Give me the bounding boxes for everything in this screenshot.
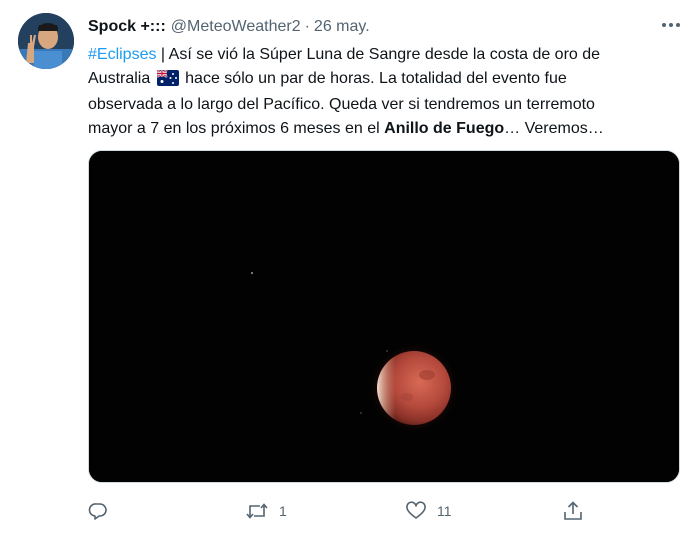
tweet-text: #Eclipses | Así se vió la Súper Luna de … — [88, 43, 678, 140]
tweet-text-segment: mayor a 7 en los próximos 6 meses en el — [88, 119, 385, 137]
separator: · — [304, 18, 310, 35]
avatar[interactable] — [18, 13, 74, 69]
hashtag-link[interactable]: #Eclipses — [88, 46, 156, 63]
tweet-text-line-1: #Eclipses | Así se vió la Súper Luna de … — [88, 43, 678, 67]
author-handle[interactable]: @MeteoWeather2 — [171, 18, 301, 36]
retweet-button[interactable]: 1 — [245, 496, 287, 526]
tweet-date[interactable]: 26 may. — [314, 18, 370, 36]
reply-icon — [88, 501, 108, 521]
share-icon — [563, 500, 583, 522]
like-count: 11 — [437, 503, 452, 519]
tweet-text-line-4: mayor a 7 en los próximos 6 meses en el … — [88, 117, 678, 141]
tweet-image[interactable] — [88, 150, 680, 483]
like-button[interactable]: 11 — [405, 496, 452, 526]
tweet-actions: 1 11 — [88, 496, 588, 526]
author-name[interactable]: Spock +::: — [88, 18, 166, 36]
tweet-text-segment: Australia — [88, 69, 151, 87]
reply-button[interactable] — [88, 496, 108, 526]
tweet: Spock +::: @MeteoWeather2 · 26 may. #Ecl… — [0, 0, 700, 537]
retweet-count: 1 — [279, 503, 287, 519]
tweet-text-segment: hace sólo un par de horas. La totalidad … — [180, 69, 567, 87]
tweet-text-line-2: Australia hace sólo un par de horas. La … — [88, 67, 678, 94]
avatar-image — [18, 13, 74, 69]
tweet-text-segment: … Veremos… — [504, 119, 604, 137]
anillo-de-fuego-text: Anillo de Fuego — [384, 119, 505, 137]
tweet-header: Spock +::: @MeteoWeather2 · 26 may. — [88, 16, 680, 38]
ellipsis-icon[interactable] — [658, 14, 684, 36]
retweet-icon — [245, 501, 269, 521]
blood-moon-photo — [89, 151, 679, 482]
australia-flag-icon — [156, 68, 179, 94]
tweet-text-segment: | Así se vió la Súper Luna de Sangre des… — [156, 46, 601, 63]
tweet-text-line-3: observada a lo largo del Pacífico. Queda… — [88, 96, 595, 113]
heart-icon — [405, 501, 427, 521]
share-button[interactable] — [563, 496, 583, 526]
